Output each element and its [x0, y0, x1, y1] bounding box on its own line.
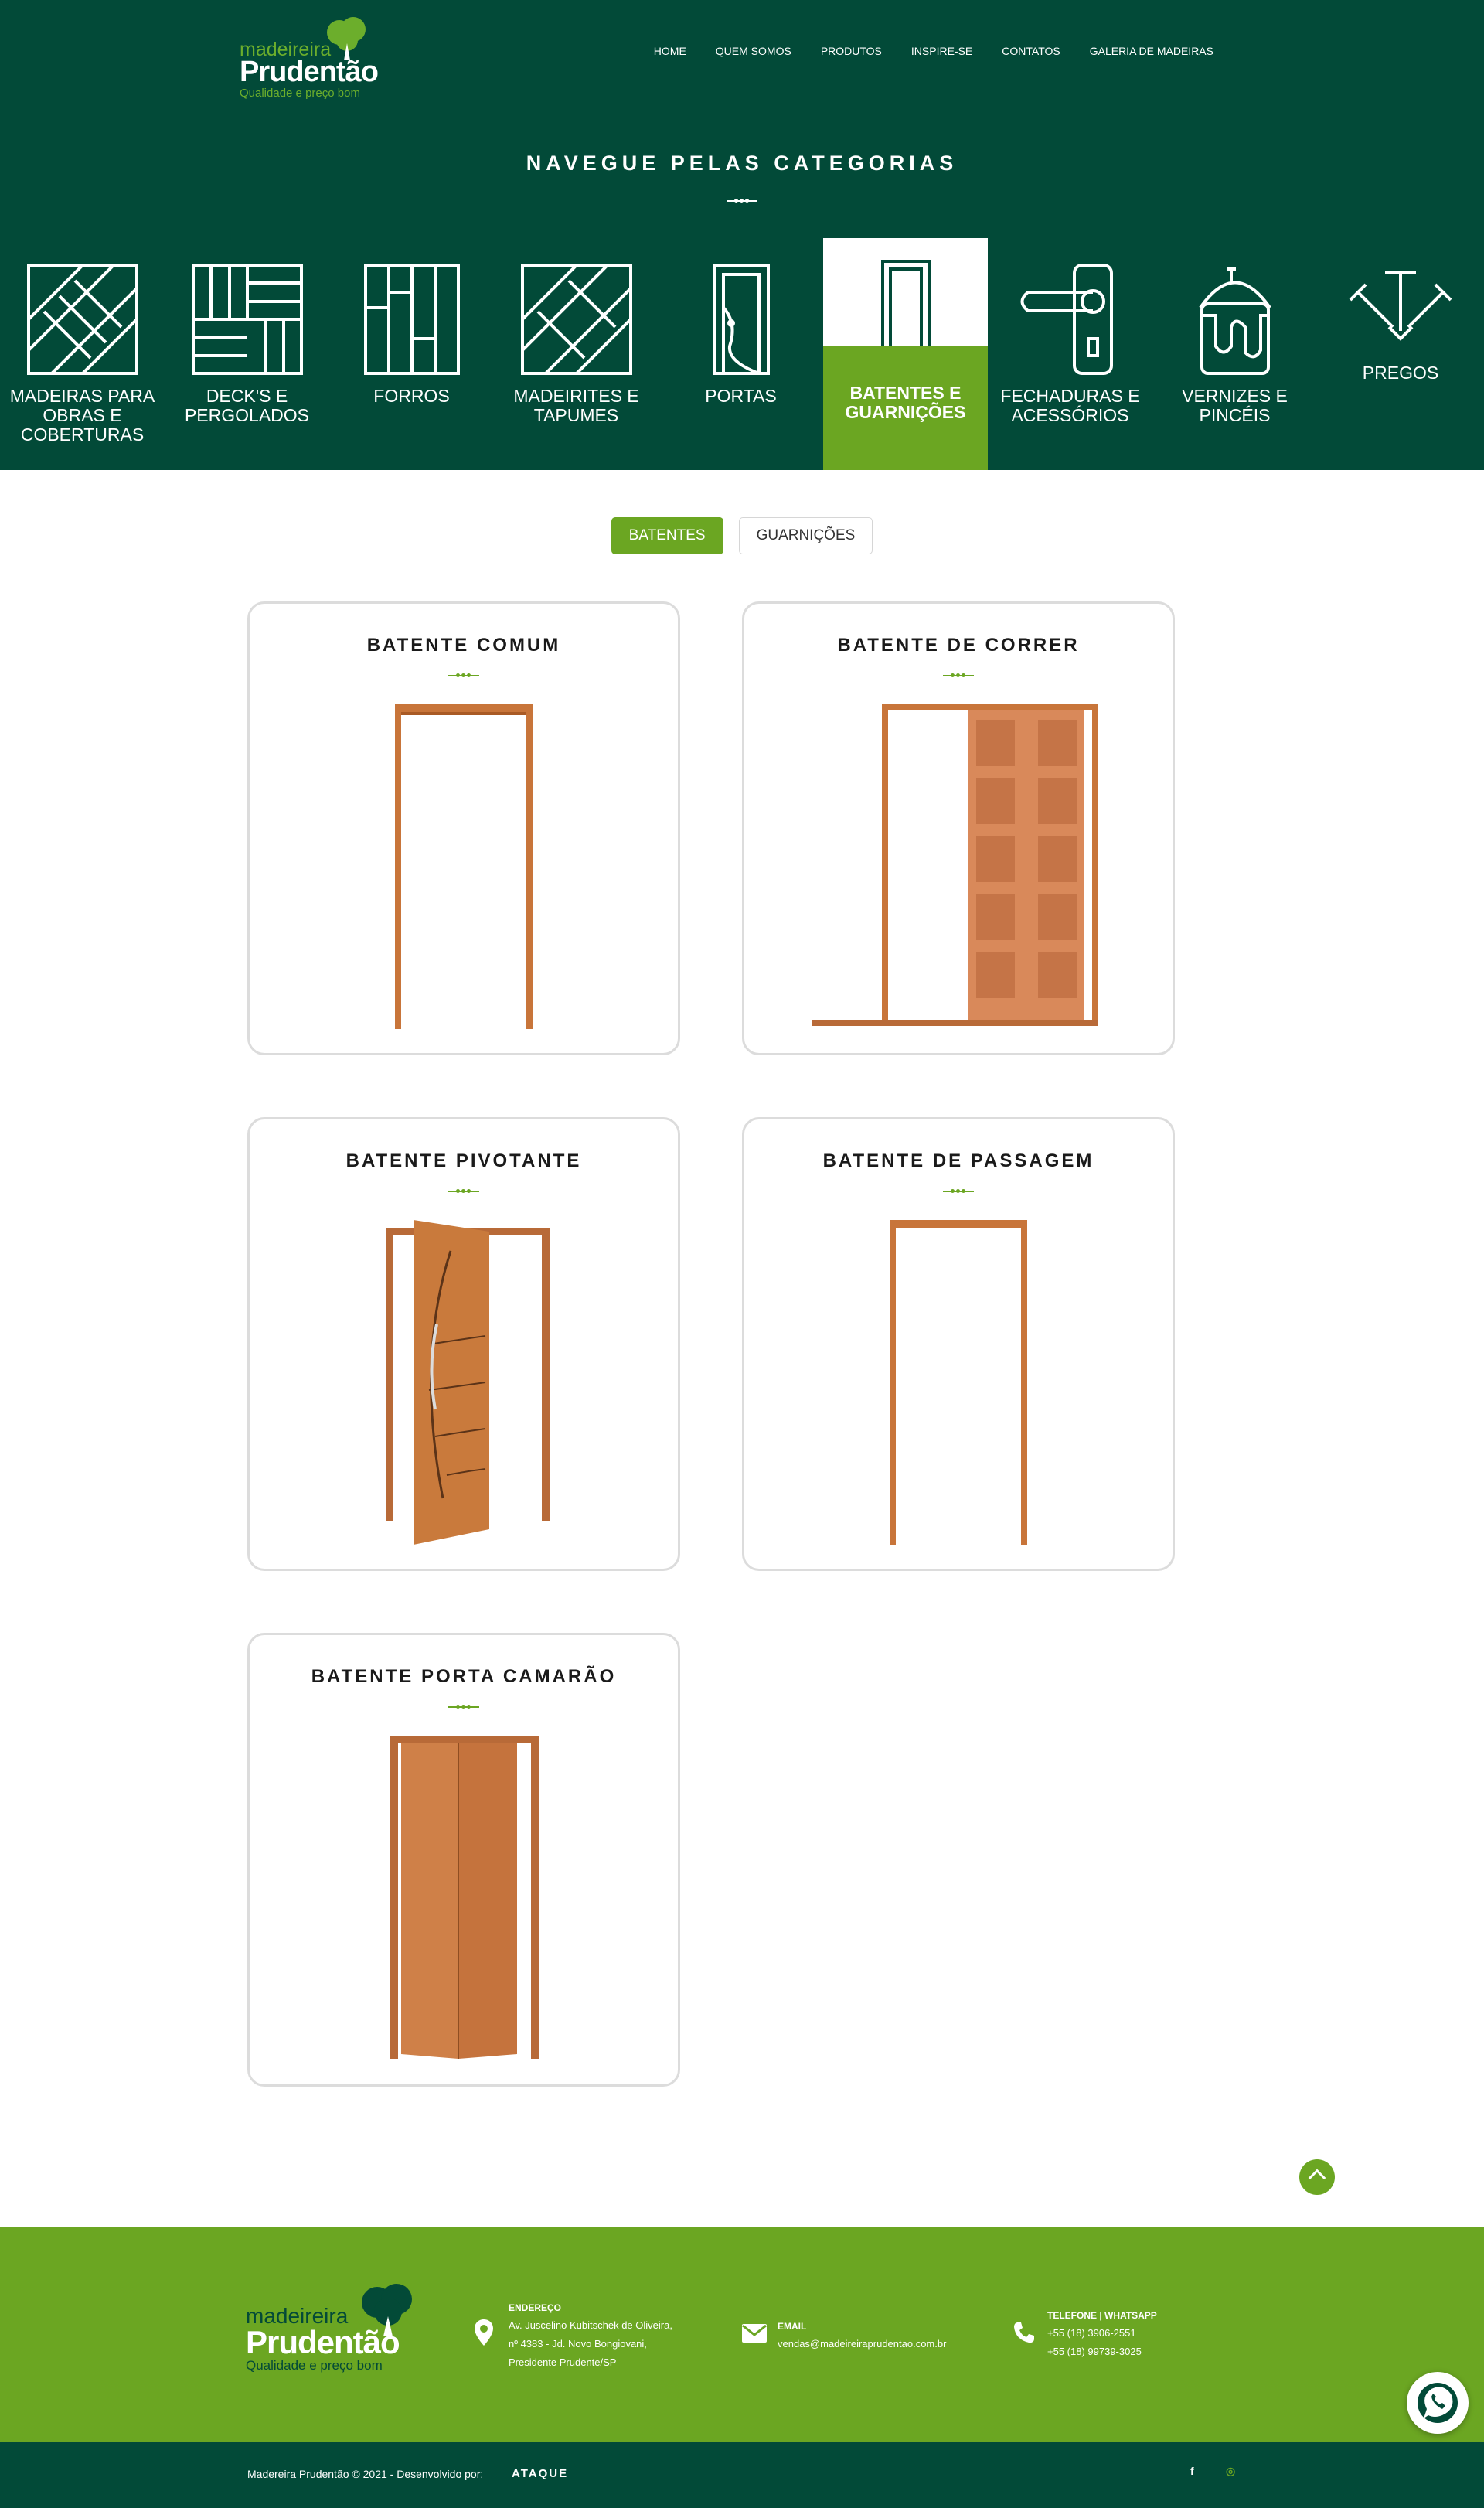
title-divider — [448, 1703, 479, 1711]
logo-line2: Prudentão — [246, 2324, 400, 2360]
phone-icon — [1014, 2322, 1034, 2343]
door-frame-icon — [880, 260, 931, 356]
footer-logo[interactable]: madeireira Prudentão Qualidade e preço b… — [246, 2282, 439, 2375]
main-nav: HOME QUEM SOMOS PRODUTOS INSPIRE-SE CONT… — [654, 45, 1213, 57]
product-title: BATENTE PORTA CAMARÃO — [311, 1666, 617, 1687]
nav-inspire-se[interactable]: INSPIRE-SE — [911, 45, 972, 57]
footer-address: ENDEREÇO Av. Juscelino Kubitschek de Oli… — [509, 2302, 672, 2372]
paint-can-icon — [1198, 267, 1271, 375]
copyright: Madereira Prudentão © 2021 - Desenvolvid… — [247, 2468, 484, 2480]
category-label: PREGOS — [1362, 363, 1439, 383]
category-label: BATENTES E GUARNIÇÕES — [823, 346, 988, 470]
deck-icon — [191, 264, 303, 375]
ceiling-planks-icon — [363, 264, 460, 375]
chevron-up-icon — [1308, 2169, 1326, 2187]
tab-batentes[interactable]: BATENTES — [611, 517, 723, 554]
phone-heading: TELEFONE | WHATSAPP — [1047, 2310, 1157, 2321]
category-label: MADEIRITES E TAPUMES — [513, 386, 639, 425]
product-card[interactable]: BATENTE PORTA CAMARÃO — [247, 1633, 680, 2087]
email-heading: EMAIL — [778, 2321, 807, 2332]
category-label: DECK'S E PERGOLADOS — [184, 386, 310, 425]
footer: madeireira Prudentão Qualidade e preço b… — [0, 2227, 1484, 2442]
back-to-top-button[interactable] — [1299, 2159, 1335, 2195]
category-madeiras[interactable]: MADEIRAS PARA OBRAS E COBERTURAS — [0, 238, 165, 470]
category-label: PORTAS — [705, 386, 777, 406]
product-title: BATENTE DE CORRER — [837, 635, 1080, 656]
category-forros[interactable]: FORROS — [329, 238, 494, 470]
product-card[interactable]: BATENTE DE PASSAGEM — [742, 1117, 1175, 1571]
diagonal-boards-icon — [26, 264, 138, 375]
email-value[interactable]: vendas@madeireiraprudentao.com.br — [778, 2335, 946, 2353]
developer-brand[interactable]: ATAQUE — [512, 2467, 568, 2480]
product-image — [390, 1736, 539, 2059]
nav-quem-somos[interactable]: QUEM SOMOS — [716, 45, 791, 57]
category-madeirites[interactable]: MADEIRITES E TAPUMES — [494, 238, 659, 470]
address-line: Av. Juscelino Kubitschek de Oliveira, — [509, 2319, 672, 2331]
product-card[interactable]: BATENTE COMUM — [247, 601, 680, 1055]
logo-line2: Prudentão — [240, 56, 379, 88]
product-title: BATENTE COMUM — [366, 635, 561, 656]
email-icon — [742, 2324, 767, 2343]
instagram-icon[interactable]: ◎ — [1226, 2465, 1235, 2478]
category-decks[interactable]: DECK'S E PERGOLADOS — [165, 238, 329, 470]
product-title: BATENTE DE PASSAGEM — [822, 1150, 1094, 1171]
map-pin-icon — [475, 2319, 493, 2346]
nav-home[interactable]: HOME — [654, 45, 686, 57]
product-card[interactable]: BATENTE DE CORRER — [742, 601, 1175, 1055]
title-divider — [448, 1188, 479, 1195]
address-heading: ENDEREÇO — [509, 2302, 562, 2313]
product-image — [386, 1220, 550, 1545]
product-card[interactable]: BATENTE PIVOTANTE — [247, 1117, 680, 1571]
title-divider — [943, 1188, 974, 1195]
product-title: BATENTE PIVOTANTE — [345, 1150, 582, 1171]
logo[interactable]: madeireira Prudentão Qualidade e preço b… — [240, 15, 394, 100]
filter-tabs: BATENTES GUARNIÇÕES — [0, 517, 1484, 554]
tab-guarnicoes[interactable]: GUARNIÇÕES — [738, 517, 873, 554]
nav-produtos[interactable]: PRODUTOS — [821, 45, 882, 57]
category-label: FECHADURAS E ACESSÓRIOS — [1000, 386, 1140, 425]
address-line: nº 4383 - Jd. Novo Bongiovani, — [509, 2338, 647, 2350]
footer-phone: TELEFONE | WHATSAPP +55 (18) 3906-2551 +… — [1047, 2310, 1157, 2361]
whatsapp-button[interactable] — [1407, 2372, 1469, 2434]
phone-line[interactable]: +55 (18) 3906-2551 — [1047, 2324, 1157, 2343]
logo-tagline: Qualidade e preço bom — [246, 2358, 383, 2373]
category-vernizes[interactable]: VERNIZES E PINCÉIS — [1152, 238, 1317, 470]
address-line: Presidente Prudente/SP — [509, 2356, 617, 2368]
whatsapp-icon — [1418, 2383, 1458, 2423]
door-icon — [712, 264, 770, 375]
category-pregos[interactable]: PREGOS — [1317, 238, 1484, 470]
logo-tagline: Qualidade e preço bom — [240, 87, 360, 100]
footer-bottom: Madereira Prudentão © 2021 - Desenvolvid… — [0, 2442, 1484, 2508]
nav-galeria[interactable]: GALERIA DE MADEIRAS — [1090, 45, 1213, 57]
category-label: FORROS — [373, 386, 450, 406]
category-label: MADEIRAS PARA OBRAS E COBERTURAS — [9, 386, 155, 445]
category-batentes[interactable]: BATENTES E GUARNIÇÕES — [823, 238, 988, 470]
facebook-icon[interactable]: f — [1190, 2465, 1194, 2477]
category-fechaduras[interactable]: FECHADURAS E ACESSÓRIOS — [988, 238, 1152, 470]
plywood-icon — [520, 264, 632, 375]
header: madeireira Prudentão Qualidade e preço b… — [0, 0, 1484, 470]
title-divider — [448, 672, 479, 680]
category-label: VERNIZES E PINCÉIS — [1182, 386, 1288, 425]
nav-contatos[interactable]: CONTATOS — [1002, 45, 1060, 57]
door-handle-icon — [1020, 264, 1113, 375]
title-divider — [943, 672, 974, 680]
categories-title: NAVEGUE PELAS CATEGORIAS — [526, 152, 958, 175]
phone-line[interactable]: +55 (18) 99739-3025 — [1047, 2343, 1157, 2361]
product-image — [395, 704, 533, 1029]
footer-email: EMAIL vendas@madeireiraprudentao.com.br — [778, 2321, 946, 2353]
nails-icon — [1349, 271, 1452, 341]
product-image — [812, 704, 1098, 1026]
category-portas[interactable]: PORTAS — [659, 238, 823, 470]
category-bar: MADEIRAS PARA OBRAS E COBERTURAS DECK'S … — [0, 238, 1484, 470]
title-divider — [727, 197, 757, 205]
product-image — [890, 1220, 1027, 1545]
